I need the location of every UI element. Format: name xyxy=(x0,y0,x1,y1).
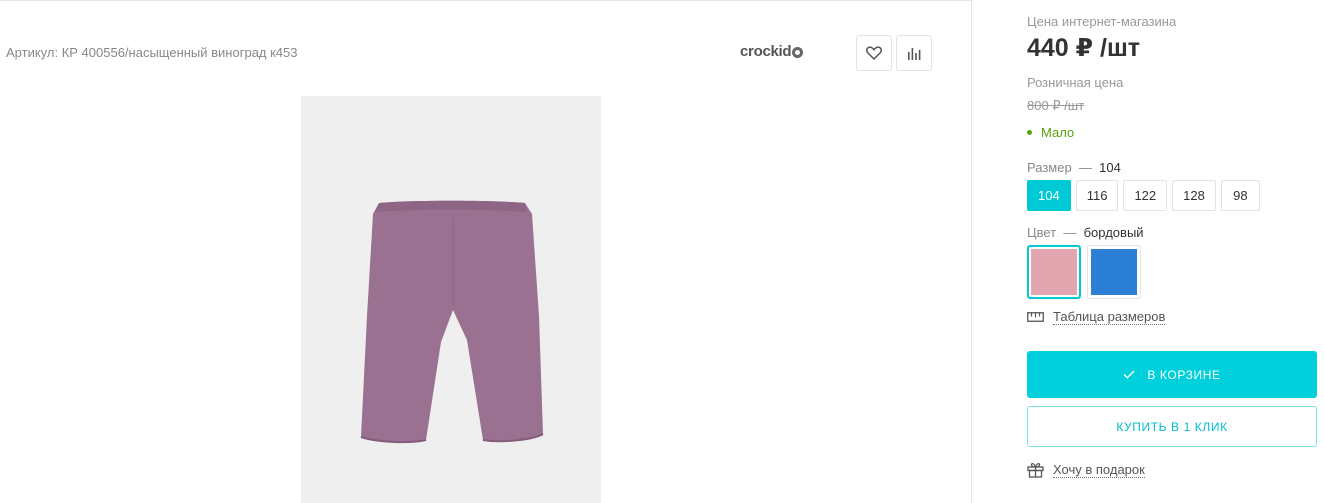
color-swatches xyxy=(1027,245,1141,299)
size-dash: — xyxy=(1078,160,1092,175)
color-swatch-pink[interactable] xyxy=(1027,245,1081,299)
stock-status: Мало xyxy=(1027,125,1074,140)
size-selected-value: 104 xyxy=(1099,160,1121,175)
retail-price: 800 ₽ /шт xyxy=(1027,98,1085,113)
size-option-128[interactable]: 128 xyxy=(1172,180,1216,211)
product-photo[interactable] xyxy=(301,96,601,503)
bar-chart-icon xyxy=(908,48,921,60)
product-info-panel: Цена интернет-магазина 440 ₽ /шт Розничн… xyxy=(1027,0,1319,503)
ruler-icon xyxy=(1027,312,1044,322)
article-number: Артикул: КР 400556/насыщенный виноград к… xyxy=(6,45,298,60)
swatch-fill-pink xyxy=(1031,249,1077,295)
color-selected-value: бордовый xyxy=(1083,225,1144,240)
leggings-image xyxy=(360,200,544,444)
heart-icon xyxy=(866,46,882,60)
size-option-116[interactable]: 116 xyxy=(1075,180,1119,211)
brand-name: crockid xyxy=(740,43,792,60)
in-cart-button[interactable]: В КОРЗИНЕ xyxy=(1027,351,1317,398)
size-options: 104 116 122 128 98 xyxy=(1027,180,1260,211)
brand-mark-icon xyxy=(792,46,804,58)
check-icon xyxy=(1123,370,1135,379)
color-label-row: Цвет — бордовый xyxy=(1027,225,1144,240)
retail-price-label: Розничная цена xyxy=(1027,75,1124,90)
color-label: Цвет xyxy=(1027,225,1057,240)
favorite-button[interactable] xyxy=(856,35,892,71)
size-label: Размер xyxy=(1027,160,1072,175)
product-gallery-panel: Артикул: КР 400556/насыщенный виноград к… xyxy=(0,0,972,503)
compare-button[interactable] xyxy=(896,35,932,71)
swatch-fill-blue xyxy=(1091,249,1137,295)
gift-icon xyxy=(1027,463,1044,478)
size-table-link[interactable]: Таблица размеров xyxy=(1027,309,1166,325)
buy-one-click-button[interactable]: КУПИТЬ В 1 КЛИК xyxy=(1027,406,1317,447)
size-table-label: Таблица размеров xyxy=(1053,309,1166,325)
size-option-104[interactable]: 104 xyxy=(1027,180,1071,211)
in-cart-label: В КОРЗИНЕ xyxy=(1147,367,1221,382)
color-dash: — xyxy=(1063,225,1077,240)
size-label-row: Размер — 104 xyxy=(1027,160,1121,175)
size-option-122[interactable]: 122 xyxy=(1123,180,1168,211)
gift-wish-label: Хочу в подарок xyxy=(1053,462,1145,478)
stock-dot-icon xyxy=(1027,130,1032,135)
color-swatch-blue[interactable] xyxy=(1087,245,1141,299)
brand-logo[interactable]: crockid xyxy=(740,43,804,60)
buy-one-click-label: КУПИТЬ В 1 КЛИК xyxy=(1116,419,1228,434)
stock-status-text: Мало xyxy=(1041,125,1075,140)
size-option-98[interactable]: 98 xyxy=(1220,180,1260,211)
gift-wish-link[interactable]: Хочу в подарок xyxy=(1027,462,1145,478)
online-price-label: Цена интернет-магазина xyxy=(1027,14,1177,29)
online-price: 440 ₽ /шт xyxy=(1027,34,1141,62)
